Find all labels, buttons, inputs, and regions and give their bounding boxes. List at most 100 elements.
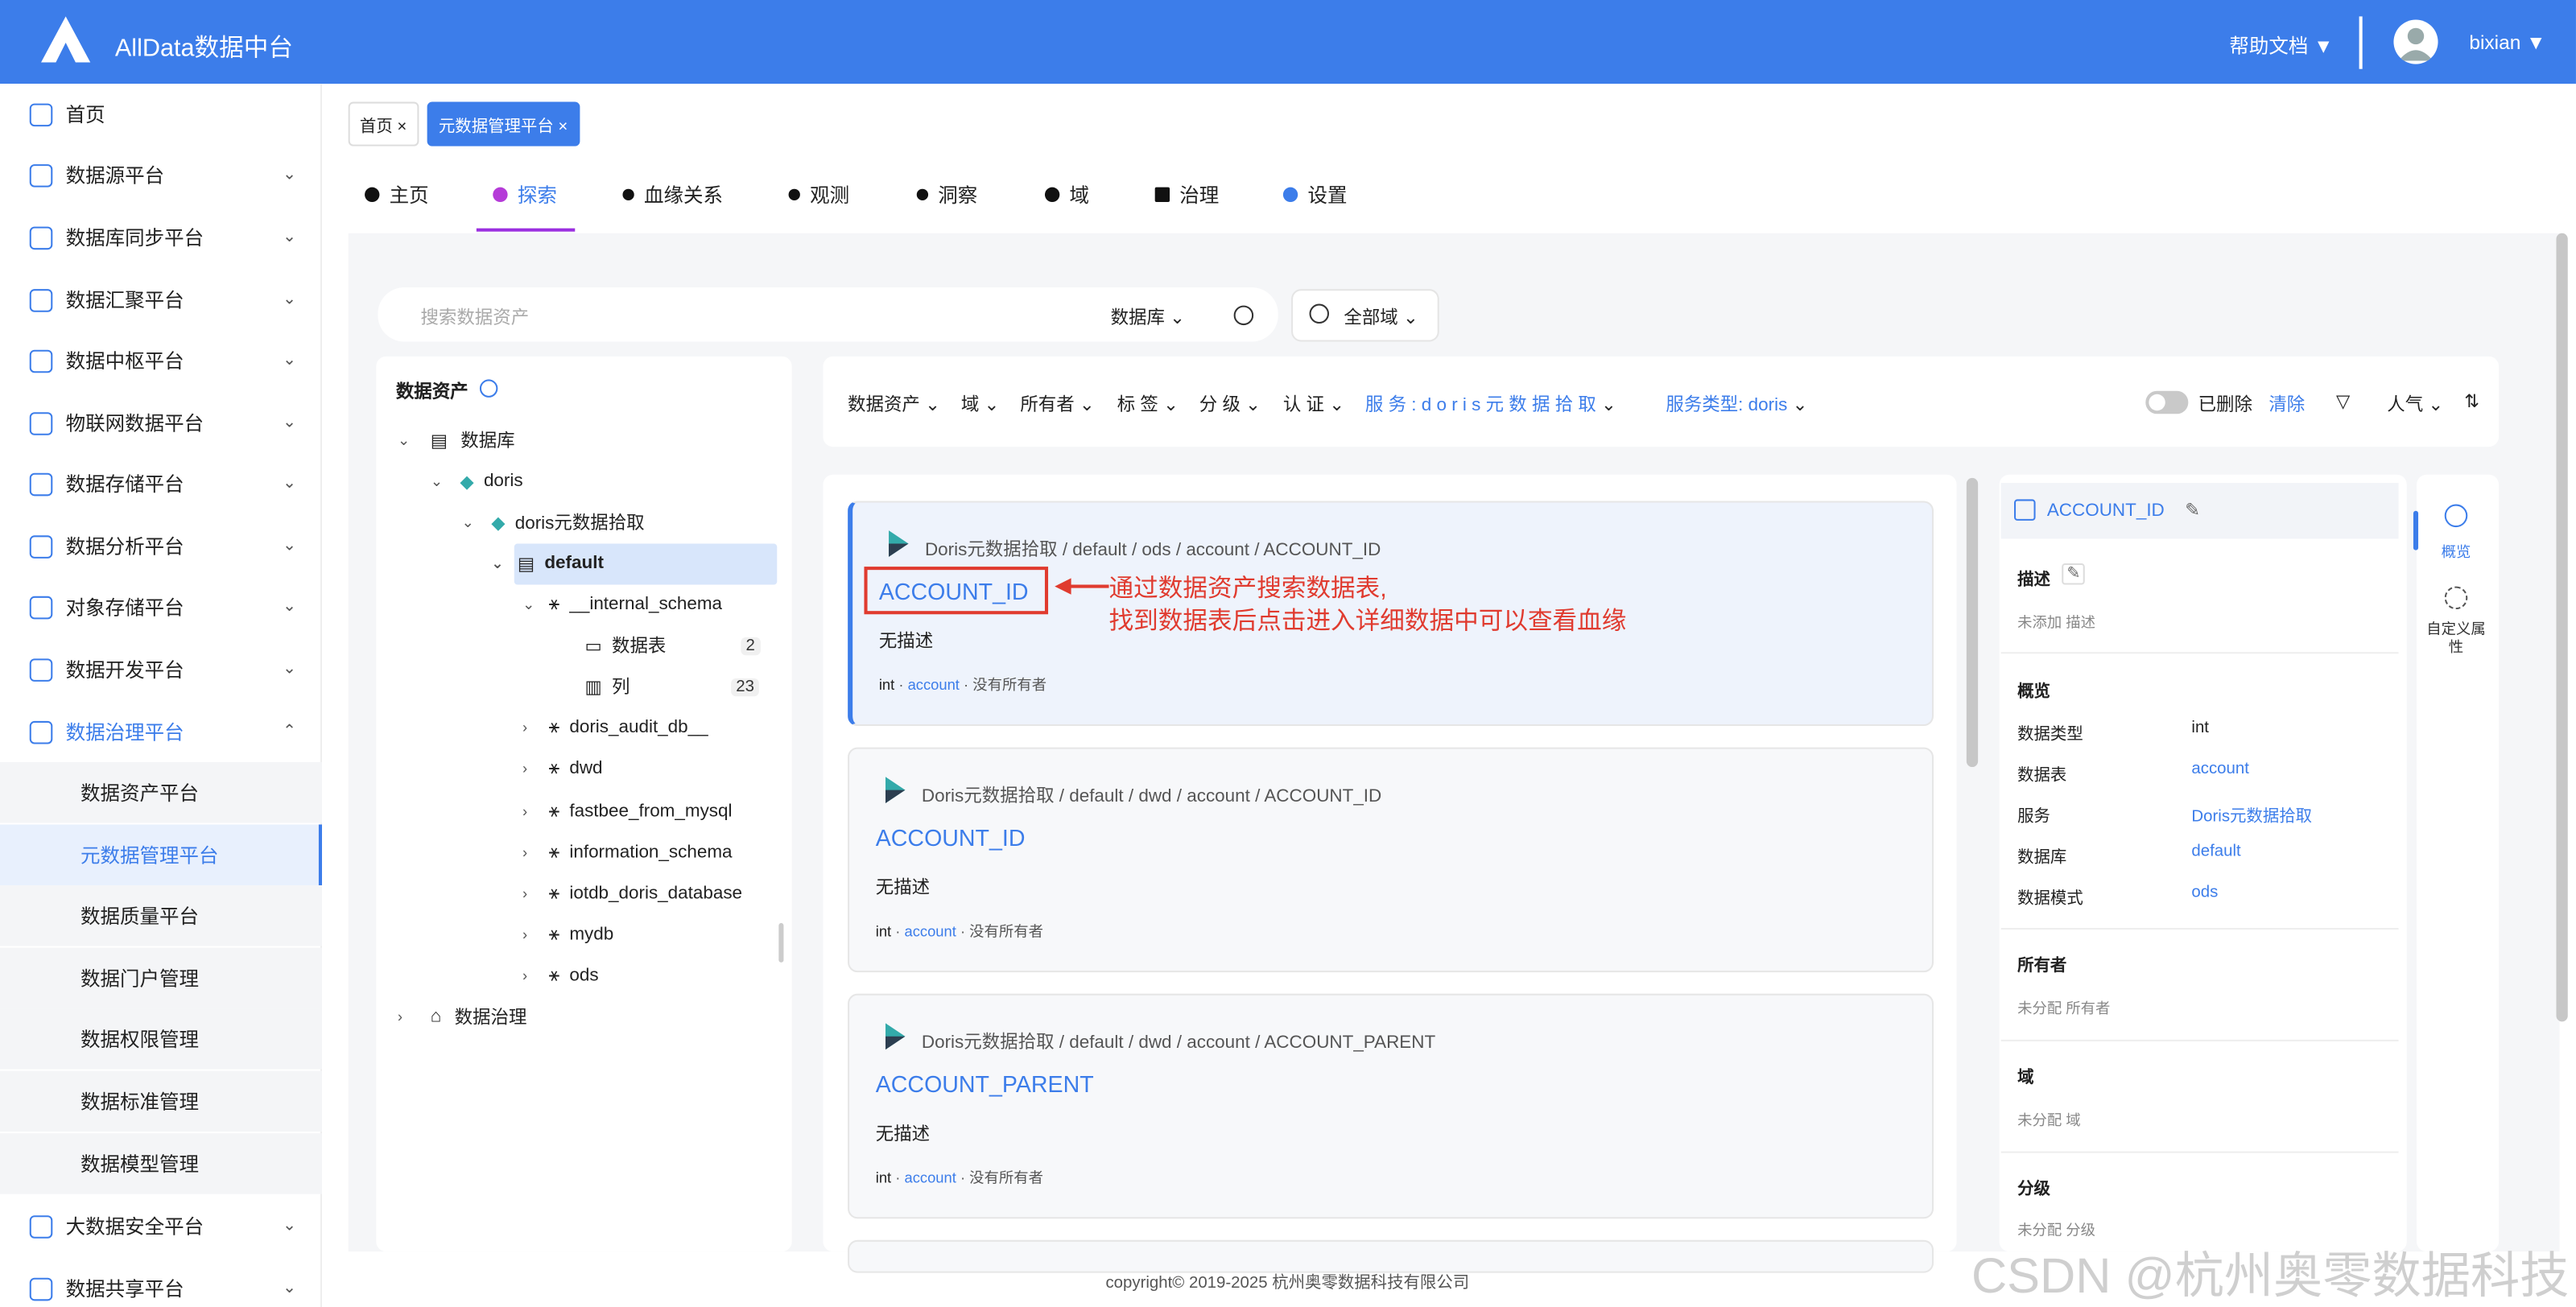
sort-select[interactable]: 人气 ⌄ (2387, 391, 2443, 418)
tree-node-label: ods (569, 965, 599, 986)
result-description: 无描述 (878, 632, 934, 653)
result-type: int (875, 1169, 892, 1186)
custom-attr-icon[interactable] (2444, 586, 2468, 610)
filter-service-type[interactable]: 服务类型: doris ⌄ (1666, 391, 1807, 418)
grid-icon (29, 348, 53, 373)
insight-icon (916, 188, 929, 200)
tab-govern[interactable]: 治理 (1154, 180, 1219, 208)
tree-node-doris-audit[interactable]: › ⚹ doris_audit_db__ (522, 710, 708, 746)
sidebar-subitem-metadata[interactable]: 元数据管理平台 (0, 824, 322, 885)
chevron-down-icon: ⌄ (283, 351, 297, 370)
sidebar-item-aggregation[interactable]: 数据汇聚平台 ⌄ (0, 270, 322, 331)
user-menu[interactable]: bixian ▼ (2469, 31, 2545, 55)
search-scope-select[interactable]: 数据库 ⌄ (1111, 304, 1185, 331)
tab-explore[interactable]: 探索 (493, 180, 557, 208)
tree-node-tables[interactable]: ▭ 数据表 (585, 628, 667, 664)
filter-tag[interactable]: 标 签 ⌄ (1117, 391, 1179, 418)
tab-domain[interactable]: 域 (1044, 180, 1089, 208)
page-tab-metadata[interactable]: 元数据管理平台 × (427, 101, 580, 146)
detail-value-link[interactable]: Doris元数据拾取 (2191, 802, 2312, 826)
result-title-link[interactable]: ACCOUNT_ID (876, 824, 1026, 851)
sidebar-subitem-model[interactable]: 数据模型管理 (0, 1133, 322, 1194)
tree-node-default[interactable]: ⌄ ▤ default (491, 546, 604, 582)
rail-custom-label[interactable]: 自定义属性 (2423, 621, 2489, 657)
sidebar-subitem-permission[interactable]: 数据权限管理 (0, 1008, 322, 1070)
sidebar-item-label: 数据标准管理 (80, 1091, 199, 1114)
filter-funnel-icon[interactable]: ▽ (2336, 391, 2350, 412)
sidebar-item-security[interactable]: 大数据安全平台 ⌄ (0, 1196, 322, 1257)
chevron-right-icon: › (397, 1008, 402, 1025)
tree-node-ods[interactable]: › ⚹ ods (522, 958, 599, 994)
sort-order-icon[interactable]: ⇅ (2464, 391, 2479, 412)
tab-settings[interactable]: 设置 (1282, 180, 1348, 208)
result-table-link[interactable]: account (904, 1169, 956, 1185)
clear-button[interactable]: 清除 (2268, 391, 2305, 418)
results-scrollbar[interactable] (1966, 477, 1979, 768)
sidebar-subitem-asset[interactable]: 数据资产平台 (0, 761, 322, 823)
edit-description-icon[interactable]: ✎ (2062, 563, 2086, 585)
page-scrollbar[interactable] (2556, 233, 2568, 1022)
result-table-link[interactable]: account (908, 677, 960, 693)
compass-icon[interactable] (2444, 504, 2468, 528)
filter-service[interactable]: 服 务 : d o r i s 元 数 据 拾 取 ⌄ (1365, 391, 1616, 418)
tree-node-doris-pickup[interactable]: ⌄ ◆ doris元数据拾取 (461, 505, 644, 541)
tree-node-internal-schema[interactable]: ⌄ ⚹ __internal_schema (522, 587, 722, 623)
sidebar-item-home[interactable]: 首页 (0, 84, 322, 145)
result-card[interactable]: Doris元数据拾取 / default / dwd / account / A… (848, 993, 1934, 1219)
sidebar-item-object-storage[interactable]: 对象存储平台 ⌄ (0, 576, 322, 637)
user-avatar[interactable] (2393, 19, 2438, 64)
tree-node-doris[interactable]: ⌄ ◆ doris (431, 464, 523, 500)
tree-scrollbar[interactable] (778, 922, 784, 963)
sidebar-subitem-portal[interactable]: 数据门户管理 (0, 947, 322, 1009)
tree-node-dwd[interactable]: › ⚹ dwd (522, 751, 603, 787)
filter-domain[interactable]: 域 ⌄ (961, 391, 1000, 418)
detail-value-link[interactable]: default (2191, 843, 2240, 860)
chevron-down-icon: ⌄ (397, 431, 411, 448)
govern-icon (1154, 187, 1170, 203)
filter-cert[interactable]: 认 证 ⌄ (1283, 391, 1344, 418)
filter-asset[interactable]: 数据资产 ⌄ (848, 391, 940, 418)
help-docs-menu[interactable]: 帮助文档 ▼ (2229, 31, 2333, 60)
result-card[interactable]: Doris元数据拾取 / default / dwd / account / A… (848, 747, 1934, 973)
tree-node-database[interactable]: ⌄ ▤ 数据库 (398, 422, 515, 458)
sidebar-item-share[interactable]: 数据共享平台 ⌄ (0, 1258, 322, 1307)
result-title-link[interactable]: ACCOUNT_PARENT (876, 1071, 1094, 1098)
result-table-link[interactable]: account (904, 923, 956, 939)
sidebar-subitem-standard[interactable]: 数据标准管理 (0, 1070, 322, 1132)
tree-node-governance[interactable]: › ⌂ 数据治理 (398, 999, 527, 1035)
tab-lineage[interactable]: 血缘关系 (622, 180, 723, 208)
detail-value-link[interactable]: ods (2191, 884, 2218, 901)
sidebar-item-iot[interactable]: 物联网数据平台 ⌄ (0, 393, 322, 454)
sidebar-item-analysis[interactable]: 数据分析平台 ⌄ (0, 516, 322, 577)
sidebar-item-hub[interactable]: 数据中枢平台 ⌄ (0, 330, 322, 391)
tree-node-iotdb[interactable]: › ⚹ iotdb_doris_database (522, 876, 742, 912)
sidebar-item-dev[interactable]: 数据开发平台 ⌄ (0, 639, 322, 700)
tab-label: 设置 (1307, 183, 1348, 208)
sidebar-item-governance[interactable]: 数据治理平台 ⌃ (0, 701, 322, 762)
sidebar-item-datasource[interactable]: 数据源平台 ⌄ (0, 145, 322, 206)
tree-node-fastbee[interactable]: › ⚹ fastbee_from_mysql (522, 794, 733, 830)
tab-observe[interactable]: 观测 (788, 180, 850, 208)
tree-node-mydb[interactable]: › ⚹ mydb (522, 917, 613, 953)
tab-insight[interactable]: 洞察 (916, 180, 977, 208)
sidebar-item-label: 数据权限管理 (80, 1028, 199, 1052)
sidebar-item-db-sync[interactable]: 数据库同步平台 ⌄ (0, 207, 322, 268)
tab-home[interactable]: 主页 (365, 180, 429, 208)
sidebar-item-storage[interactable]: 数据存储平台 ⌄ (0, 453, 322, 514)
sidebar-subitem-quality[interactable]: 数据质量平台 (0, 884, 322, 946)
page-tab-home[interactable]: 首页 × (348, 101, 419, 146)
tab-label: 观测 (810, 183, 850, 208)
detail-value-link[interactable]: account (2191, 761, 2248, 778)
tree-node-columns[interactable]: ▥ 列 (585, 669, 630, 705)
schema-icon: ⚹ (548, 882, 560, 903)
filter-label: 认 证 (1282, 395, 1325, 416)
deleted-label: 已删除 (2198, 395, 2252, 416)
filter-owner[interactable]: 所有者 ⌄ (1020, 391, 1094, 418)
domain-select-label: 全部域 ⌄ (1344, 308, 1418, 329)
edit-icon[interactable]: ✎ (2185, 499, 2200, 520)
rail-overview-label[interactable]: 概览 (2423, 540, 2489, 562)
search-icon[interactable] (1233, 305, 1254, 326)
tree-node-information-schema[interactable]: › ⚹ information_schema (522, 835, 733, 871)
filter-tier[interactable]: 分 级 ⌄ (1199, 391, 1261, 418)
deleted-toggle[interactable] (2145, 390, 2189, 414)
